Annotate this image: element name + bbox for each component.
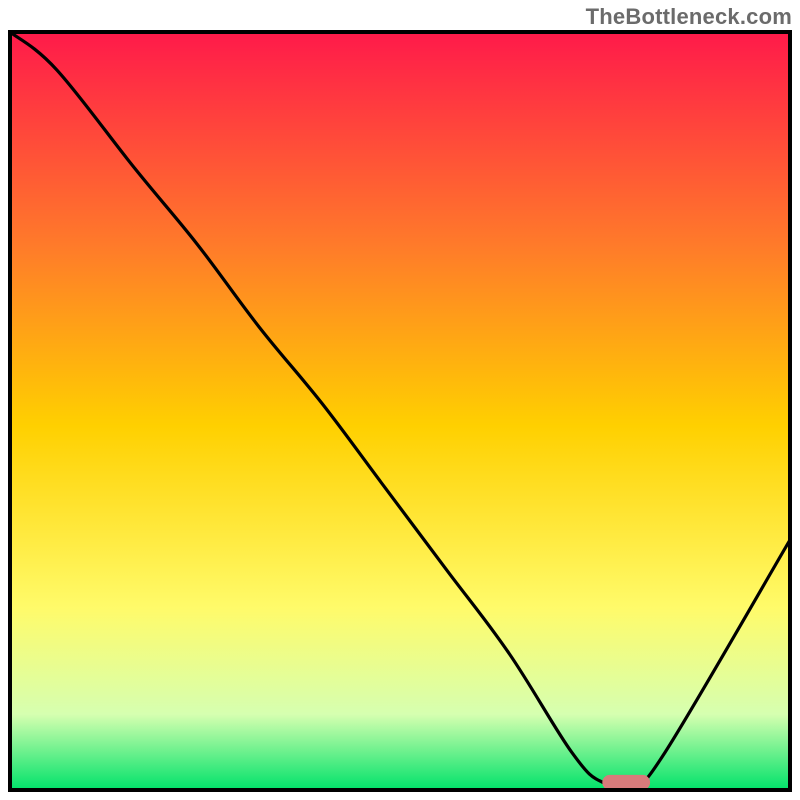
chart-container: TheBottleneck.com [0,0,800,800]
watermark-text: TheBottleneck.com [586,4,792,30]
chart-background [10,32,790,790]
optimal-range-marker [603,775,650,789]
bottleneck-chart [6,28,794,794]
